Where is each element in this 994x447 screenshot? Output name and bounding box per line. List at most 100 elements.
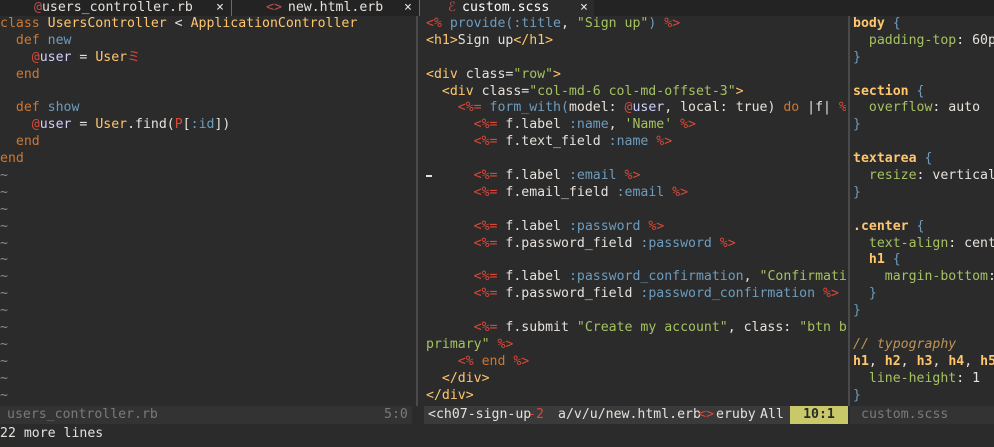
code-token: P [174, 117, 183, 133]
code-line[interactable]: <%= f.label :password %> [426, 219, 846, 236]
code-line[interactable]: section { [853, 84, 994, 101]
code-line[interactable]: <%= f.password_field :password %> [426, 236, 846, 253]
code-line[interactable]: } [853, 286, 994, 303]
code-line[interactable]: ~ [0, 252, 414, 269]
command-line[interactable]: 22 more lines [0, 424, 994, 447]
close-icon[interactable]: × [404, 0, 412, 16]
code-line[interactable] [426, 303, 846, 320]
code-token: User [95, 117, 128, 133]
close-icon[interactable]: × [580, 0, 588, 16]
code-line[interactable]: ~ [0, 219, 414, 236]
code-line[interactable]: def new [0, 33, 414, 50]
code-line[interactable]: ~ [0, 269, 414, 286]
code-line[interactable]: ~ [0, 354, 414, 371]
code-line[interactable] [426, 252, 846, 269]
code-token: class [0, 16, 48, 31]
code-line[interactable]: overflow: auto [853, 100, 994, 117]
code-line[interactable]: class UsersController < ApplicationContr… [0, 16, 414, 33]
code-line[interactable]: padding-top: 60px [853, 33, 994, 50]
code-line[interactable]: } [853, 388, 994, 405]
code-line[interactable]: <%= f.email_field :email %> [426, 185, 846, 202]
code-token: f.label [505, 218, 569, 234]
code-line[interactable]: <%= f.label :email %> [426, 168, 846, 185]
code-line[interactable]: ~ [0, 371, 414, 388]
code-token: %> [815, 286, 839, 302]
code-line[interactable] [853, 134, 994, 151]
code-line[interactable] [426, 202, 846, 219]
editor-pane-custom-scss[interactable]: body { padding-top: 60px} section { overf… [853, 16, 994, 406]
code-line[interactable]: <%= f.text_field :name %> [426, 134, 846, 151]
code-line[interactable]: text-align: center [853, 236, 994, 253]
code-line[interactable]: margin-bottom: 1 [853, 269, 994, 286]
code-line[interactable]: end [0, 151, 414, 168]
split-divider[interactable] [416, 16, 418, 406]
code-line[interactable]: } [853, 303, 994, 320]
code-line[interactable]: <% end %> [426, 354, 846, 371]
code-token: { [908, 83, 925, 99]
code-token: : auto [932, 100, 981, 116]
editor-pane-users-controller[interactable]: class UsersController < ApplicationContr… [0, 16, 414, 406]
code-line[interactable]: <div class="row"> [426, 67, 846, 84]
code-line[interactable]: h1, h2, h3, h4, h5, [853, 354, 994, 371]
code-line[interactable]: end [0, 67, 414, 84]
code-line[interactable]: ~ [0, 236, 414, 253]
code-line[interactable]: ~ [0, 202, 414, 219]
code-line[interactable]: ~ [0, 168, 414, 185]
split-divider[interactable] [848, 16, 850, 406]
code-line[interactable]: textarea { [853, 151, 994, 168]
code-line[interactable]: <%= f.password_field :password_confirmat… [426, 286, 846, 303]
code-line[interactable]: <h1>Sign up</h1> [426, 33, 846, 50]
code-token: "Create my account" [576, 320, 728, 336]
code-token: f.email_field [505, 184, 617, 200]
code-line[interactable]: body { [853, 16, 994, 33]
code-line[interactable]: <%= f.label :name, 'Name' %> [426, 117, 846, 134]
editor-pane-new-html-erb[interactable]: <% provide(:title, "Sign up") %> <h1>Sign… [426, 16, 846, 406]
code-line[interactable]: } [853, 50, 994, 67]
code-line[interactable]: <% provide(:title, "Sign up") %> [426, 16, 846, 33]
code-line[interactable]: <%= f.label :password_confirmation, "Con… [426, 269, 846, 286]
code-line[interactable]: line-height: 1 [853, 371, 994, 388]
code-line[interactable] [426, 50, 846, 67]
code-line[interactable]: <%= f.submit "Create my account", class:… [426, 320, 846, 337]
code-line[interactable]: <%= form_with(model: @user, local: true)… [426, 100, 846, 117]
code-token: f.label [505, 117, 569, 133]
code-line[interactable] [853, 67, 994, 84]
code-line[interactable] [426, 151, 846, 168]
code-line[interactable]: ~ [0, 303, 414, 320]
code-token: } [853, 286, 877, 302]
code-token: f.label [505, 168, 569, 184]
code-line[interactable]: .center { [853, 219, 994, 236]
code-line[interactable]: @user = Userミ [0, 50, 414, 67]
tab-users-controller[interactable]: @users_controller.rb × [0, 0, 230, 16]
code-line[interactable]: primary" %> [426, 337, 846, 354]
code-line[interactable]: h1 { [853, 252, 994, 269]
code-token: h3 [916, 353, 933, 369]
code-line[interactable]: end [0, 134, 414, 151]
code-token: <%= [426, 168, 506, 184]
code-token: "btn btn- [799, 320, 846, 336]
tab-new-html-erb[interactable]: <> new.html.erb × [232, 0, 418, 16]
code-line[interactable] [853, 320, 994, 337]
code-token: :password_confirmation [640, 286, 816, 302]
code-line[interactable]: <div class="col-md-6 col-md-offset-3"> [426, 84, 846, 101]
code-token: %> [672, 117, 696, 133]
code-line[interactable]: ~ [0, 388, 414, 405]
code-line[interactable]: resize: vertical [853, 168, 994, 185]
code-line[interactable]: def show [0, 100, 414, 117]
code-line[interactable]: </div> [426, 388, 846, 405]
code-line[interactable]: ~ [0, 320, 414, 337]
code-token: <% [426, 16, 450, 31]
code-line[interactable]: </div> [426, 371, 846, 388]
code-line[interactable]: ~ [0, 185, 414, 202]
code-line[interactable] [0, 84, 414, 101]
tab-custom-scss[interactable]: ℰcustom.scss × [420, 0, 594, 16]
code-line[interactable]: } [853, 185, 994, 202]
code-line[interactable]: ~ [0, 337, 414, 354]
code-line[interactable]: } [853, 117, 994, 134]
tab-label: custom.scss [462, 0, 550, 15]
close-icon[interactable]: × [216, 0, 224, 16]
code-line[interactable]: @user = User.find(P[:id]) [0, 117, 414, 134]
code-line[interactable] [853, 202, 994, 219]
code-line[interactable]: ~ [0, 286, 414, 303]
code-line[interactable]: // typography [853, 337, 994, 354]
